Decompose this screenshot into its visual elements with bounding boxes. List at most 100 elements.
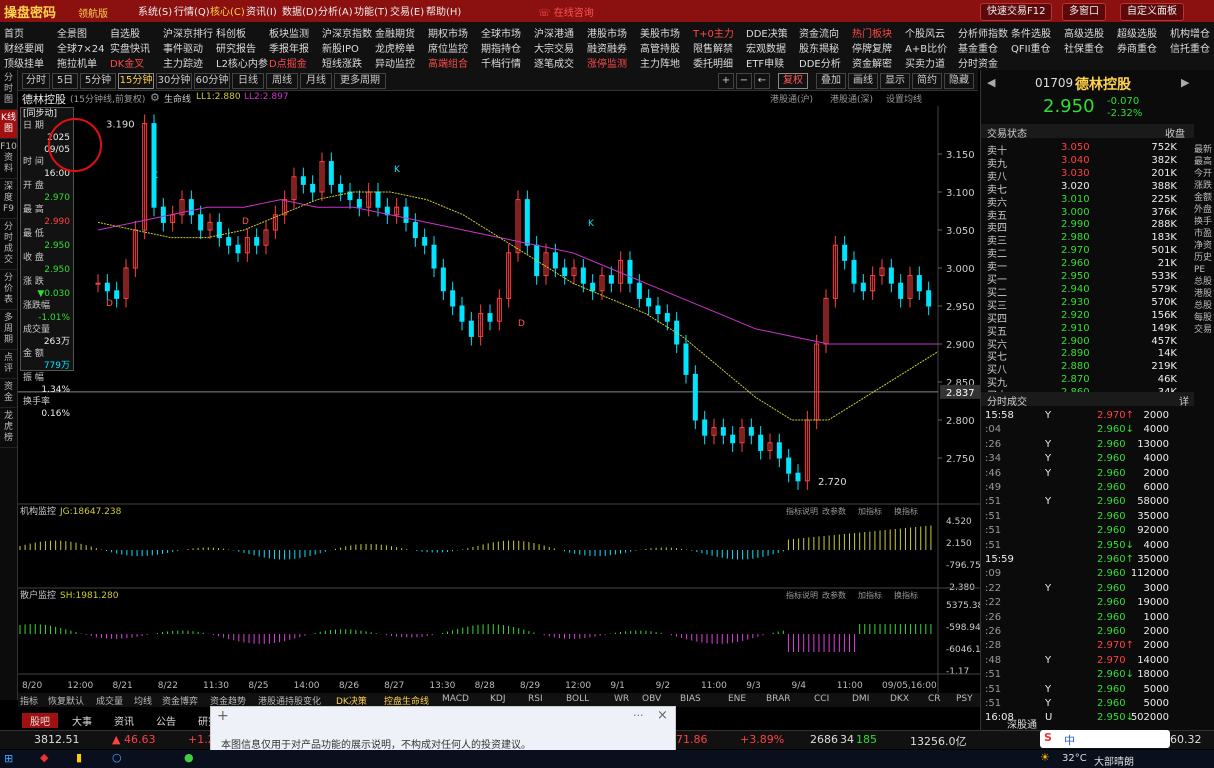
order-book-row[interactable]: 买二 2.940 579K [987, 284, 1183, 299]
simple-button[interactable]: 简约 [912, 73, 942, 89]
nav-item[interactable]: 高级选股 [1064, 25, 1117, 40]
menu-system[interactable]: 系统(S) [138, 3, 174, 18]
order-book-row[interactable]: 买一 2.950 533K [987, 271, 1183, 286]
period-button[interactable]: 更多周期 [334, 73, 386, 89]
nav-item[interactable]: 自选股 [110, 25, 163, 40]
panel-link[interactable]: 加指标 [858, 590, 882, 600]
order-book-row[interactable]: 卖九 3.040 382K [987, 155, 1183, 170]
indicator-tab[interactable]: PSY [956, 694, 973, 704]
nav-item[interactable]: 社保重仓 [1064, 40, 1117, 55]
order-book-row[interactable]: 卖五 3.000 376K [987, 207, 1183, 222]
nav-item[interactable]: 买卖力道 [905, 55, 958, 70]
panel-link[interactable]: 换指标 [894, 506, 918, 516]
indicator-tab[interactable]: 恢复默认 [48, 694, 84, 707]
menu-trade[interactable]: 交易(E) [390, 3, 426, 18]
view-tab[interactable]: 点评 [0, 350, 17, 379]
panel-link[interactable]: 指标说明 [786, 506, 818, 516]
arrow-left-icon[interactable]: ◀ [987, 76, 995, 89]
indicator-tab[interactable]: OBV [642, 694, 661, 704]
nav-item[interactable]: 沪深京排行 [163, 25, 216, 40]
nav-item[interactable]: 龙虎榜单 [375, 40, 428, 55]
order-book-row[interactable]: 卖四 2.990 288K [987, 219, 1183, 234]
view-tab[interactable]: 资金 [0, 379, 17, 408]
order-book-row[interactable]: 买三 2.930 570K [987, 297, 1183, 312]
set-ma-link[interactable]: 设置均线 [886, 92, 922, 105]
indicator-tab[interactable]: CCI [814, 694, 829, 704]
panel-link[interactable]: 换指标 [894, 590, 918, 600]
adjust-button[interactable]: 复权 [778, 73, 808, 89]
nav-item[interactable]: 实盘快讯 [110, 40, 163, 55]
nav-item[interactable]: 全景图 [57, 25, 110, 40]
nav-item[interactable]: ETF申赎 [746, 55, 799, 70]
nav-item[interactable]: 基金重仓 [958, 40, 1011, 55]
plus-icon[interactable]: + [217, 708, 229, 724]
order-book-row[interactable]: 买六 2.900 457K [987, 336, 1183, 351]
panel-link[interactable]: 改参数 [822, 590, 846, 600]
panel-link[interactable]: 改参数 [822, 506, 846, 516]
nav-item[interactable]: T+0主力 [693, 25, 746, 40]
nav-item[interactable]: 机构增仓 [1170, 25, 1214, 40]
order-book-row[interactable]: 买四 2.920 156K [987, 310, 1183, 325]
nav-item[interactable]: 首页 [4, 25, 57, 40]
nav-item[interactable]: QFII重仓 [1011, 40, 1064, 55]
view-tab[interactable]: 深度F9 [0, 179, 17, 219]
nav-item[interactable]: 沪深港通 [534, 25, 587, 40]
nav-item[interactable]: 高端组合 [428, 55, 481, 70]
order-book-row[interactable]: 卖六 3.010 225K [987, 194, 1183, 209]
nav-item[interactable]: 季报年报 [269, 40, 322, 55]
indicator-tab[interactable]: 成交量 [96, 694, 123, 707]
view-tab[interactable]: 分时图 [0, 70, 17, 110]
order-book-row[interactable]: 卖十 3.050 752K [987, 142, 1183, 157]
menu-quote[interactable]: 行情(Q) [174, 3, 210, 18]
online-consult-link[interactable]: ☏ 在线咨询 [538, 4, 594, 19]
link-hk-sz[interactable]: 港股通(深) [830, 92, 873, 105]
nav-item[interactable]: DK金叉 [110, 55, 163, 70]
order-book-row[interactable]: 卖一 2.960 21K [987, 258, 1183, 273]
panel-link[interactable]: 加指标 [858, 506, 882, 516]
indicator-tab[interactable]: DKX [890, 694, 909, 704]
nav-item[interactable]: 融资融券 [587, 40, 640, 55]
indicator-tab[interactable]: CR [928, 694, 941, 704]
nav-item[interactable]: 大宗交易 [534, 40, 587, 55]
period-button[interactable]: 5日 [52, 73, 78, 89]
period-button[interactable]: 15分钟 [118, 73, 154, 89]
nav-item[interactable]: 高管持股 [640, 40, 693, 55]
order-book-row[interactable]: 卖三 2.980 183K [987, 232, 1183, 247]
indicator-tab[interactable]: BRAR [766, 694, 790, 704]
nav-item[interactable]: 分时资金 [958, 55, 1011, 70]
news-tab[interactable]: 公告 [148, 713, 184, 728]
news-tab[interactable]: 股吧 [22, 713, 58, 728]
view-tab[interactable]: 分价表 [0, 270, 17, 310]
app-icon-1[interactable]: ◆ [40, 751, 48, 764]
news-tab[interactable]: 资讯 [106, 713, 142, 728]
nav-item[interactable]: 拖拉机单 [57, 55, 110, 70]
nav-item[interactable]: 新股IPO [322, 40, 375, 55]
close-icon[interactable]: × [657, 708, 668, 723]
news-tab[interactable]: 大事 [64, 713, 100, 728]
nav-item[interactable]: 异动监控 [375, 55, 428, 70]
menu-info[interactable]: 资讯(I) [246, 3, 282, 18]
view-tab[interactable]: 多周期 [0, 310, 17, 350]
nav-item[interactable]: 期指持仓 [481, 40, 534, 55]
nav-item[interactable]: 金融期货 [375, 25, 428, 40]
quick-trade-button[interactable]: 快速交易F12 [980, 3, 1053, 21]
windows-icon[interactable]: ⊞ [4, 752, 13, 765]
depth-link[interactable]: 深股通 [1007, 716, 1037, 731]
nav-item[interactable]: 主力踪迹 [163, 55, 216, 70]
custom-panel-button[interactable]: 自定义面板 [1120, 3, 1184, 21]
panel-link[interactable]: 指标说明 [786, 590, 818, 600]
indicator-tab[interactable]: KDJ [490, 694, 506, 704]
nav-item[interactable]: 财经要闻 [4, 40, 57, 55]
order-book-row[interactable]: 卖七 3.020 388K [987, 181, 1183, 196]
nav-item[interactable]: 期权市场 [428, 25, 481, 40]
nav-item[interactable]: 宏观数据 [746, 40, 799, 55]
nav-item[interactable]: 热门板块 [852, 25, 905, 40]
ticks-detail-button[interactable]: 详 [1179, 393, 1189, 408]
browser-icon[interactable]: ● [184, 751, 194, 764]
indicator-tab[interactable]: 指标 [20, 694, 38, 707]
order-book-row[interactable]: 买九 2.870 46K [987, 374, 1183, 389]
order-book-row[interactable]: 卖二 2.970 501K [987, 245, 1183, 260]
nav-item[interactable]: 个股风云 [905, 25, 958, 40]
nav-item[interactable]: 全球市场 [481, 25, 534, 40]
nav-item[interactable]: A+B比价 [905, 40, 958, 55]
